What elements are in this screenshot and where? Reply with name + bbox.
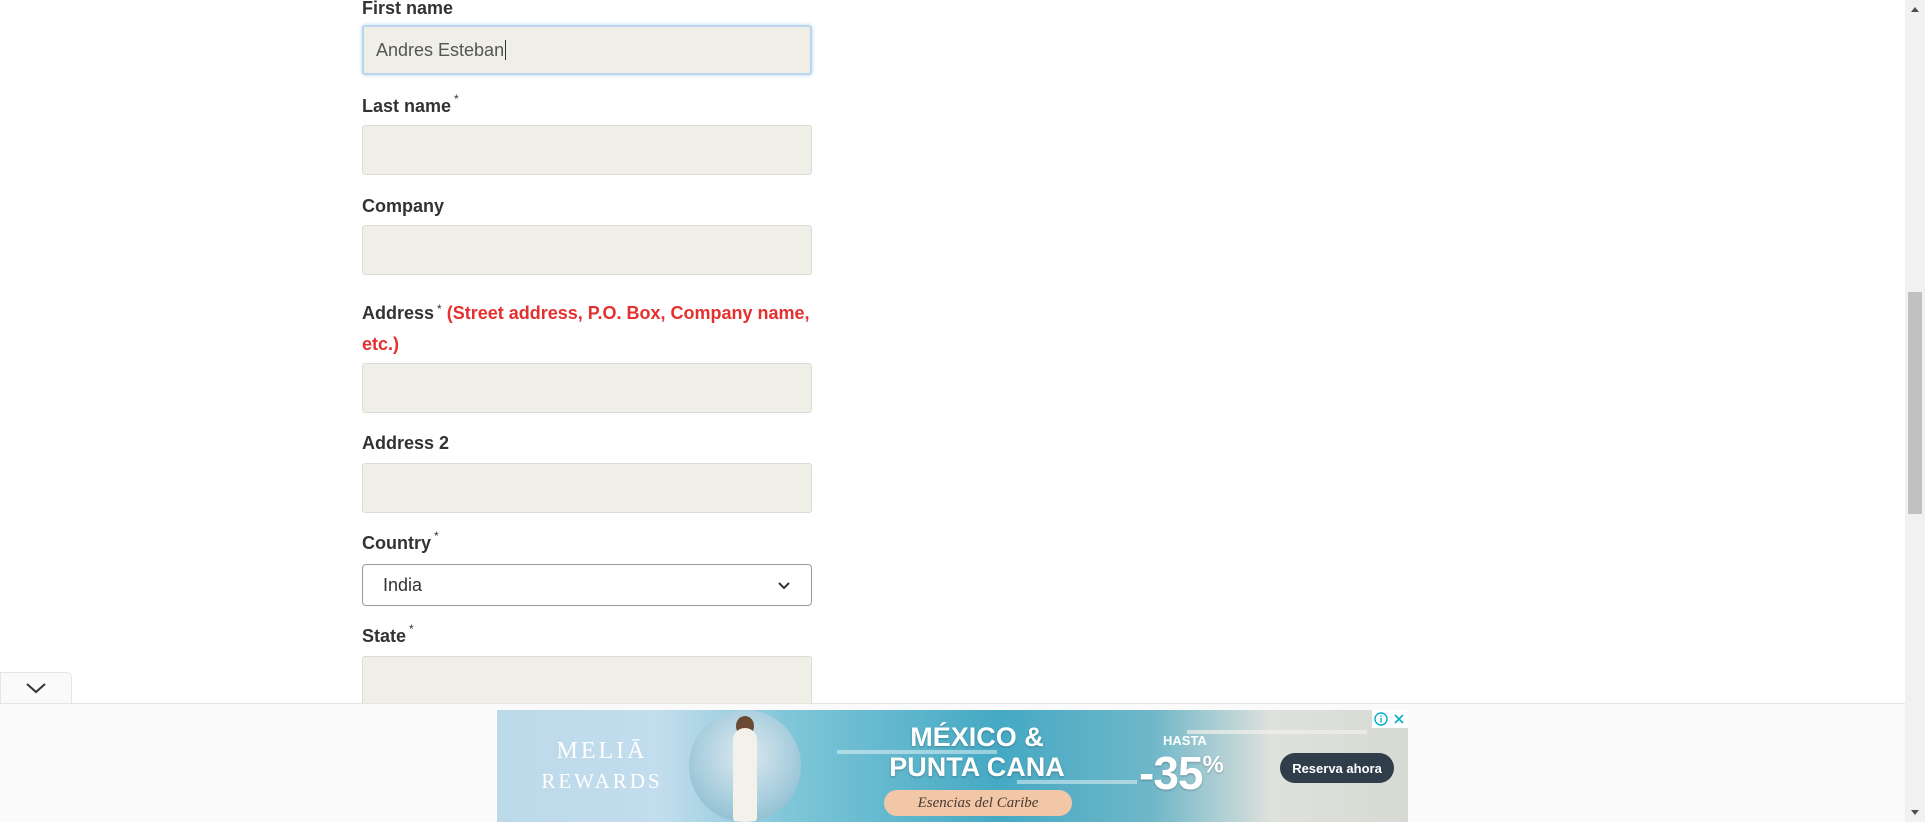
chevron-down-icon xyxy=(26,683,46,694)
ad-banner[interactable]: MELIĀ REWARDS MÉXICO & PUNTA CANA Esenci… xyxy=(497,710,1408,822)
country-selected-value: India xyxy=(383,574,423,595)
address2-label: Address 2 xyxy=(362,433,450,453)
page-viewport: First name Andres Esteban Last name * Com… xyxy=(0,0,1905,822)
required-mark: * xyxy=(437,302,442,316)
ad-headline: MÉXICO & PUNTA CANA xyxy=(889,722,1065,782)
scroll-up-icon[interactable] xyxy=(1909,4,1921,16)
first-name-label: First name xyxy=(362,0,454,18)
address-label: Address * (Street address, P.O. Box, Comp… xyxy=(362,302,810,354)
melia-logo: MELIĀ REWARDS xyxy=(541,738,663,793)
last-name-input[interactable] xyxy=(362,125,812,175)
state-input[interactable] xyxy=(362,656,812,706)
first-name-value: Andres Esteban xyxy=(376,39,505,60)
state-label: State * xyxy=(362,622,414,646)
ad-discount: -35% xyxy=(1139,747,1224,799)
chevron-down-icon xyxy=(778,582,790,590)
last-name-label: Last name * xyxy=(362,92,459,116)
first-name-input[interactable]: Andres Esteban xyxy=(362,25,812,75)
scroll-down-icon[interactable] xyxy=(1909,806,1921,818)
country-select[interactable]: India xyxy=(362,564,812,606)
ad-collapse-button[interactable] xyxy=(0,672,72,703)
required-mark: * xyxy=(434,529,439,543)
vertical-scrollbar[interactable] xyxy=(1905,0,1925,822)
company-input[interactable] xyxy=(362,225,812,275)
scrollbar-thumb[interactable] xyxy=(1908,292,1922,514)
address-input[interactable] xyxy=(362,363,812,413)
ad-close-icon[interactable] xyxy=(1390,710,1408,728)
country-label: Country * xyxy=(362,529,439,553)
required-mark: * xyxy=(409,622,414,636)
reserve-now-button[interactable]: Reserva ahora xyxy=(1280,753,1394,783)
pool-deck xyxy=(1187,730,1367,734)
ad-info-icon[interactable] xyxy=(1372,710,1390,728)
ad-model-photo xyxy=(689,710,801,822)
model-dress xyxy=(733,728,757,822)
company-label: Company xyxy=(362,196,445,216)
required-mark: * xyxy=(454,92,459,106)
address2-input[interactable] xyxy=(362,463,812,513)
text-caret xyxy=(505,40,507,60)
ad-tagline: Esencias del Caribe xyxy=(884,790,1072,816)
